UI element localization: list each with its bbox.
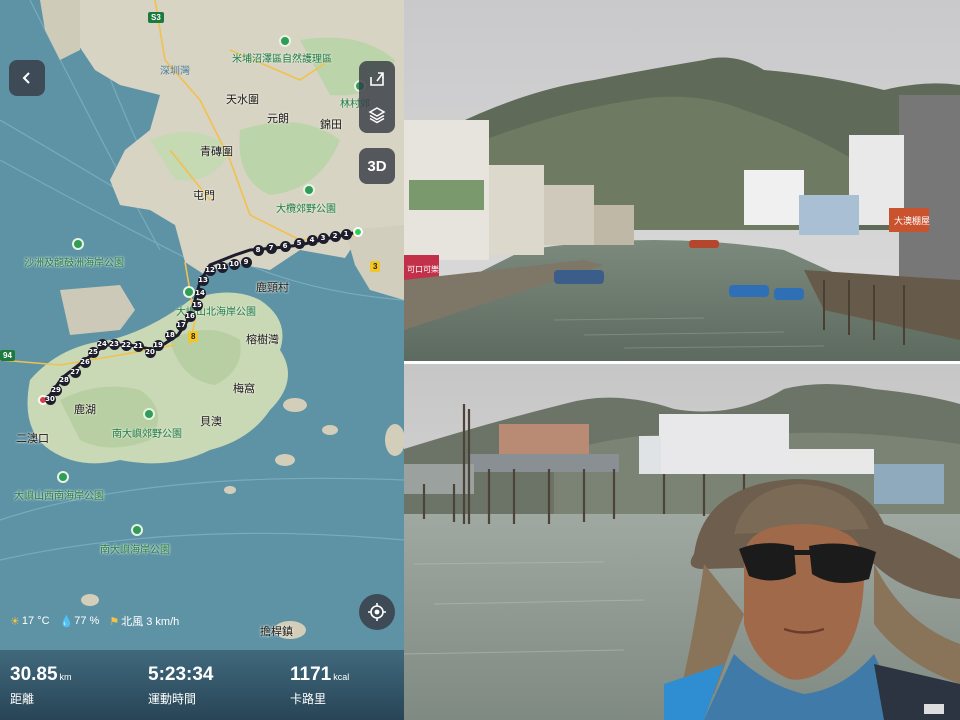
route-km-marker: 17: [175, 319, 187, 331]
photo-selfie-stilt-houses: [404, 364, 960, 720]
humidity-value: 77 %: [74, 615, 100, 627]
route-km-marker: 9: [240, 256, 252, 268]
share-button[interactable]: [359, 61, 395, 97]
route-km-marker: 16: [184, 310, 196, 322]
wind-icon: ⚑: [109, 615, 120, 628]
route-km-marker: 25: [87, 346, 99, 358]
route-km-marker: 6: [279, 240, 291, 252]
coca-cola-sign-text: 可口可樂: [407, 264, 439, 274]
park-label-lantau-south: 南大嶼郊野公園: [112, 429, 182, 440]
map-label-tsing-tsuen: 青磚圍: [200, 146, 233, 158]
time-stat: 5:23:34 運動時間: [148, 664, 214, 707]
map-label-tin-shui-wai: 天水圍: [226, 94, 259, 106]
map-label-cheung-chau: 擔桿鎮: [260, 626, 293, 638]
route-km-marker: 1: [340, 228, 352, 240]
time-value: 5:23:34: [148, 664, 214, 685]
distance-stat: 30.85 km 距離: [10, 664, 72, 707]
park-label-lantau-sw: 大嶼山西南海岸公園: [14, 491, 104, 502]
route-km-marker: 15: [191, 299, 203, 311]
route-km-marker: 24: [96, 338, 108, 350]
map-label-tuen-mun: 屯門: [193, 190, 215, 202]
back-button[interactable]: [9, 60, 45, 96]
map-label-pui-o: 貝澳: [200, 416, 222, 428]
stats-panel: 30.85 km 距離 5:23:34 運動時間 1171 kcal 卡路里: [0, 650, 404, 720]
route-km-marker: 21: [132, 340, 144, 352]
route-start-marker: [353, 227, 363, 237]
park-marker: [303, 184, 315, 196]
humidity-icon: 💧: [59, 615, 74, 628]
park-label-south-lantau-marine: 南大嶼海岸公園: [100, 545, 170, 556]
map-label-shekou: 深圳灣: [160, 66, 190, 77]
selfie-scene: [404, 364, 960, 720]
route-km-marker: 12: [204, 264, 216, 276]
calories-unit: kcal: [333, 672, 350, 682]
road-badge-94: 94: [0, 350, 15, 361]
map-label-yi-o: 二澳口: [16, 433, 49, 445]
road-badge-3: 3: [370, 261, 381, 272]
route-km-marker: 13: [197, 274, 209, 286]
route-km-marker: 28: [58, 374, 70, 386]
park-marker: [183, 286, 195, 298]
park-marker: [131, 524, 143, 536]
map-label-luk-wu: 鹿湖: [74, 404, 96, 416]
map-label-yung-shue-wan: 榕樹灣: [246, 334, 279, 346]
route-km-marker: 2: [329, 230, 341, 242]
canal-scene: 可口可樂 大澳棚屋: [404, 0, 960, 361]
route-km-marker: 11: [216, 261, 228, 273]
route-km-marker: 14: [194, 287, 206, 299]
route-km-marker: 3: [317, 232, 329, 244]
route-km-marker: 4: [306, 234, 318, 246]
route-km-marker: 10: [228, 258, 240, 270]
layers-icon: [368, 107, 386, 124]
park-label-sha-chau: 沙洲及龍鼓洲海岸公園: [24, 258, 124, 269]
locate-button[interactable]: [359, 594, 395, 630]
route-km-marker: 22: [120, 339, 132, 351]
sun-icon: ☀: [10, 615, 20, 628]
map-panel[interactable]: 天水圍 元朗 錦田 青磚圍 屯門 鹿頸村 榕樹灣 梅窩 貝澳 鹿湖 二澳口 擔桿…: [0, 0, 404, 720]
locate-icon: [368, 603, 386, 621]
map-label-lok-kan-tsuen: 鹿頸村: [256, 282, 289, 294]
map-label-yuen-long: 元朗: [267, 113, 289, 125]
3d-toggle-button[interactable]: 3D: [359, 148, 395, 184]
route-km-marker: 26: [79, 356, 91, 368]
calories-label: 卡路里: [290, 692, 327, 706]
park-label-mai-po: 米埔沼澤區自然護理區: [232, 54, 332, 65]
photo-stilt-village-canal: 可口可樂 大澳棚屋: [404, 0, 960, 361]
share-icon: [370, 72, 384, 86]
road-badge-s3: S3: [148, 12, 164, 23]
route-km-marker: 27: [69, 366, 81, 378]
route-km-marker: 8: [252, 244, 264, 256]
back-arrow-icon: [22, 72, 30, 84]
route-km-marker: 5: [293, 237, 305, 249]
time-label: 運動時間: [148, 692, 197, 706]
park-marker: [279, 35, 291, 47]
park-label-tai-lam: 大欖郊野公園: [276, 204, 336, 215]
shop-board-text: 大澳棚屋: [894, 215, 930, 227]
park-marker: [57, 471, 69, 483]
layers-button[interactable]: [359, 97, 395, 133]
distance-value: 30.85: [10, 664, 58, 685]
calories-value: 1171: [290, 664, 332, 685]
road-badge-8: 8: [188, 331, 199, 342]
distance-unit: km: [59, 672, 72, 682]
route-km-marker: 20: [144, 346, 156, 358]
weather-bar: ☀ 17 °C 💧 77 % ⚑ 北風 3 km/h: [10, 613, 179, 629]
map-label-kam-tin: 錦田: [320, 119, 342, 131]
route-km-marker: 18: [164, 329, 176, 341]
distance-label: 距離: [10, 692, 35, 706]
route-km-marker: 7: [265, 242, 277, 254]
temperature-value: 17 °C: [21, 615, 50, 627]
wind-value: 北風 3 km/h: [121, 616, 180, 628]
park-marker: [143, 408, 155, 420]
map-label-mui-wo: 梅窩: [233, 383, 255, 395]
route-km-marker: 30: [44, 393, 56, 405]
calories-stat: 1171 kcal 卡路里: [290, 664, 349, 707]
park-marker: [72, 238, 84, 250]
route-km-marker: 23: [108, 338, 120, 350]
